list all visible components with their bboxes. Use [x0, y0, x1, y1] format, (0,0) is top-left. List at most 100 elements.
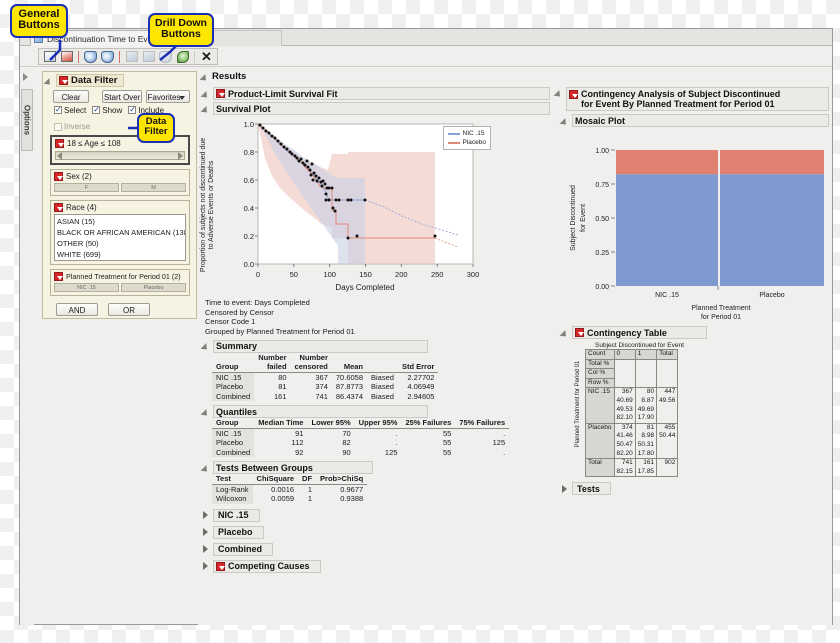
- collapsed-section-placebo[interactable]: Placebo: [202, 525, 550, 539]
- race-filter-box[interactable]: Race (4) ASIAN (15) BLACK OR AFRICAN AME…: [50, 200, 190, 265]
- mosaic-plot[interactable]: 1.00 0.75 0.50 0.25 0.00 Subject Discont…: [561, 130, 832, 321]
- competing-causes-menu-icon[interactable]: [216, 561, 225, 571]
- svg-text:200: 200: [395, 270, 408, 279]
- table-row[interactable]: NIC .15 80 367 70.6058 Biased 2.27702: [212, 372, 438, 383]
- leaf-icon[interactable]: [175, 50, 190, 64]
- toolbar-separator-1: [78, 50, 79, 63]
- disclosure-open-icon[interactable]: [561, 329, 569, 337]
- disclosure-open-icon[interactable]: [45, 77, 53, 85]
- disclosure-open-icon[interactable]: [561, 117, 569, 125]
- collapsed-section-nic[interactable]: NIC .15: [202, 508, 550, 522]
- disclosure-open-icon[interactable]: [202, 105, 210, 113]
- sex-filter-menu-icon[interactable]: [54, 172, 63, 181]
- tests-collapsed-section[interactable]: Tests: [561, 482, 829, 496]
- data-filter-title: Data Filter: [71, 75, 118, 86]
- sex-filter-label: Sex (2): [66, 172, 92, 181]
- mosaic-cell-nic-0: [616, 174, 718, 286]
- table-row[interactable]: NIC .15 91 70 . 55 .: [212, 428, 509, 439]
- start-over-button[interactable]: Start Over: [102, 90, 142, 103]
- show-checkbox[interactable]: Show: [92, 105, 122, 115]
- disclosure-closed-icon[interactable]: [202, 511, 210, 520]
- disclosure-open-icon[interactable]: [555, 89, 563, 97]
- race-level-list[interactable]: ASIAN (15) BLACK OR AFRICAN AMERICAN (13…: [54, 214, 186, 261]
- contingency-table[interactable]: Count 0 1 Total Total % Col % Row % NIC …: [585, 349, 679, 478]
- select-checkbox[interactable]: Select: [54, 105, 86, 115]
- callout-data-filter: Data Filter: [137, 113, 175, 143]
- table-row[interactable]: Placebo 81 374 87.8773 Biased 4.06949: [212, 382, 438, 392]
- options-vertical-tab[interactable]: Options: [21, 89, 33, 151]
- table-row[interactable]: NIC .15 367 80 447: [585, 387, 679, 397]
- table-row[interactable]: Placebo 374 81 455: [585, 422, 679, 433]
- treatment-filter-box[interactable]: Planned Treatment for Period 01 (2) NIC …: [50, 269, 190, 296]
- survival-plot[interactable]: Proportion of subjects not discontinued …: [200, 118, 547, 296]
- table-row[interactable]: Total 741 161 902: [585, 458, 679, 468]
- table-header-row: Col %: [585, 368, 679, 379]
- contingency-table-header: Contingency Table: [561, 326, 829, 339]
- disclosure-closed-icon[interactable]: [202, 562, 210, 571]
- disclosure-open-icon[interactable]: [202, 90, 210, 98]
- list-item[interactable]: BLACK OR AFRICAN AMERICAN (138): [57, 227, 185, 238]
- table-row[interactable]: 41.46 8.98 50.44: [585, 432, 679, 441]
- bulb-blue-icon[interactable]: [83, 50, 98, 64]
- or-button[interactable]: OR: [108, 303, 150, 316]
- product-limit-survival-fit: Product-Limit Survival Fit Survival Plot…: [200, 87, 550, 573]
- race-filter-menu-icon[interactable]: [54, 203, 63, 212]
- treatment-level-nic[interactable]: NIC .15: [54, 283, 119, 292]
- sex-level-m[interactable]: M: [121, 183, 186, 192]
- report-icon[interactable]: [42, 50, 57, 64]
- callout-line-2: Filter: [144, 126, 168, 137]
- disclosure-closed-icon[interactable]: [202, 528, 210, 537]
- svg-text:300: 300: [467, 270, 480, 279]
- quantiles-title: Quantiles: [216, 406, 258, 417]
- mosaic-y-axis-label: Subject Discontinued: [570, 185, 577, 251]
- summary-header: Summary: [202, 339, 550, 353]
- disclosure-closed-icon[interactable]: [202, 545, 210, 554]
- list-item[interactable]: WHITE (699): [57, 249, 183, 260]
- treatment-level-placebo[interactable]: Placebo: [121, 283, 186, 292]
- disclosure-open-icon[interactable]: [202, 464, 210, 472]
- survival-fit-menu-icon[interactable]: [216, 89, 225, 98]
- table-header-row: Row %: [585, 377, 679, 389]
- competing-causes-label: Competing Causes: [228, 561, 310, 572]
- age-range-slider[interactable]: [55, 151, 185, 160]
- table-row[interactable]: 82.20 17.80: [585, 449, 679, 460]
- clear-button[interactable]: Clear: [53, 90, 90, 103]
- mosaic-x-axis-label-line1: Planned Treatment: [691, 305, 750, 312]
- age-filter-menu-icon[interactable]: [55, 139, 64, 148]
- favorites-button[interactable]: Favorites: [145, 90, 190, 103]
- collapsed-section-combined[interactable]: Combined: [202, 542, 550, 556]
- bulb-blue2-icon[interactable]: [100, 50, 115, 64]
- expand-options-icon[interactable]: [23, 73, 28, 81]
- table-row[interactable]: 40.69 8.87 49.56: [585, 396, 679, 406]
- meta-line: Grouped by Planned Treatment for Period …: [205, 327, 355, 337]
- table-row[interactable]: Wilcoxon 0.0059 1 0.9388: [212, 494, 367, 504]
- disclosure-closed-icon[interactable]: [561, 484, 569, 493]
- treatment-filter-menu-icon[interactable]: [54, 272, 63, 281]
- table-row[interactable]: 49.53 49.69: [585, 405, 679, 415]
- contingency-table-menu-icon[interactable]: [575, 328, 584, 337]
- disclosure-open-icon[interactable]: [202, 408, 210, 416]
- and-button[interactable]: AND: [56, 303, 98, 316]
- disclosure-open-icon[interactable]: [201, 73, 209, 81]
- disclosure-open-icon[interactable]: [202, 342, 210, 350]
- collapsed-section-competing-causes[interactable]: Competing Causes: [202, 559, 550, 573]
- close-icon[interactable]: ✕: [199, 50, 214, 64]
- svg-text:0.4: 0.4: [244, 204, 254, 213]
- table-row[interactable]: Log-Rank 0.0016 1 0.9677: [212, 484, 367, 495]
- table-row[interactable]: Placebo 112 82 . 55 125: [212, 438, 509, 448]
- table-row[interactable]: 82.15 17.85: [585, 467, 679, 478]
- meta-line: Time to event: Days Completed: [205, 298, 310, 307]
- table-row[interactable]: 82.10 17.90: [585, 414, 679, 424]
- contingency-menu-icon[interactable]: [569, 89, 578, 99]
- data-filter-button-row: Clear Start Over Favorites: [43, 87, 196, 103]
- sex-filter-box[interactable]: Sex (2) F M: [50, 169, 190, 196]
- table-row[interactable]: Combined 161 741 86.4374 Biased 2.94605: [212, 391, 438, 402]
- list-item[interactable]: OTHER (50): [57, 238, 183, 249]
- treatment-filter-label: Planned Treatment for Period 01 (2): [66, 272, 181, 281]
- red-triangle-menu-icon[interactable]: [59, 76, 68, 85]
- table-row[interactable]: 50.47 50.31: [585, 440, 679, 450]
- table-row[interactable]: Combined 92 90 125 55 .: [212, 447, 509, 458]
- new-report-icon[interactable]: [59, 50, 74, 64]
- sex-level-f[interactable]: F: [54, 183, 119, 192]
- list-item[interactable]: ASIAN (15): [57, 216, 183, 227]
